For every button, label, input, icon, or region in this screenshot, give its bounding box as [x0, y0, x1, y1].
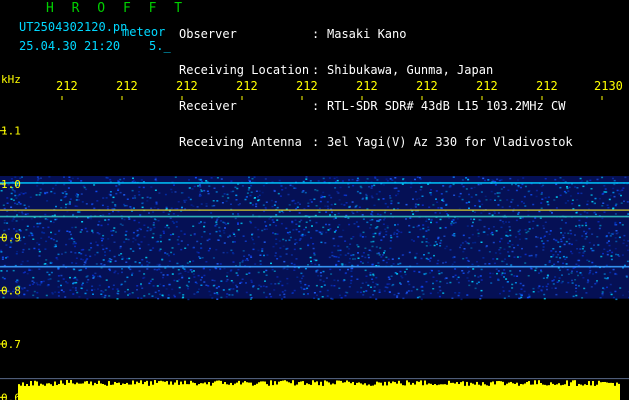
- info-value-location: Shibukawa, Gunma, Japan: [327, 63, 494, 77]
- x-tick-label: 212: [476, 79, 498, 93]
- y-tick-label: 1.0: [1, 178, 21, 191]
- y-axis-unit-label: kHz: [1, 73, 21, 86]
- x-tick-label: 212: [116, 79, 138, 93]
- waterfall-plot: 1.1 1.0 0.9 0.8 0.7 0.6: [0, 96, 629, 400]
- y-tick-label: 0.7: [1, 338, 21, 351]
- y-tick-label: 0.6: [1, 391, 21, 400]
- x-tick-label: 212: [296, 79, 318, 93]
- y-tick-label: 0.9: [1, 231, 21, 244]
- x-tick-label: 2130: [594, 79, 623, 93]
- noise-band: [0, 176, 629, 299]
- x-tick-label: 212: [176, 79, 198, 93]
- x-tick-label: 212: [356, 79, 378, 93]
- x-tick-label: 212: [536, 79, 558, 93]
- info-label-observer: Observer: [179, 27, 237, 41]
- y-tick-label: 1.1: [1, 125, 21, 138]
- file-name: UT2504302120.pn: [19, 20, 128, 34]
- info-colon: :: [312, 63, 320, 77]
- x-tick-label: 212: [236, 79, 258, 93]
- x-tick-label: 212: [416, 79, 438, 93]
- datetime: 25.04.30 21:20 5._: [19, 39, 171, 53]
- info-colon: :: [312, 27, 320, 41]
- app-title: H R O F F T: [46, 1, 188, 16]
- x-tick-label: 212: [56, 79, 78, 93]
- y-tick-label: 0.8: [1, 285, 21, 298]
- file-suffix: meteor: [122, 25, 166, 39]
- info-value-observer: Masaki Kano: [327, 27, 407, 41]
- info-label-location: Receiving Location: [179, 63, 310, 77]
- signal-level-bar: [18, 380, 620, 400]
- waterfall-svg: 1.1 1.0 0.9 0.8 0.7 0.6: [0, 96, 629, 400]
